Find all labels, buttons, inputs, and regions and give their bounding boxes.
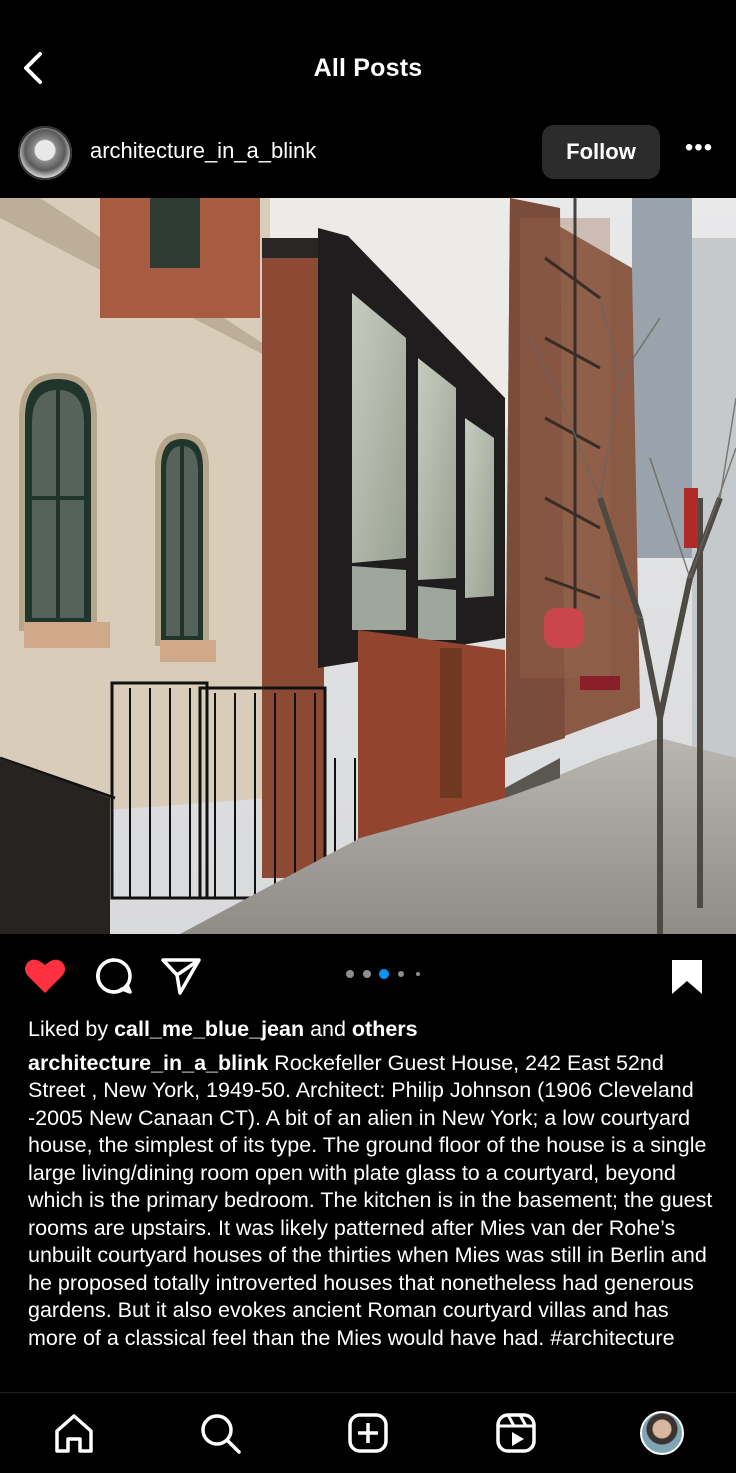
liked-others[interactable]: others <box>352 1017 418 1041</box>
search-icon[interactable] <box>198 1411 242 1455</box>
carousel-dots <box>340 968 430 980</box>
carousel-dot <box>363 970 371 978</box>
carousel-dot-active <box>379 969 389 979</box>
liked-prefix: Liked by <box>28 1017 115 1041</box>
liked-user[interactable]: call_me_blue_jean <box>114 1017 304 1041</box>
likes-summary[interactable]: Liked by call_me_blue_jean and others <box>28 1016 718 1044</box>
reels-icon[interactable] <box>494 1411 538 1455</box>
account-avatar[interactable] <box>18 126 72 180</box>
page-title: All Posts <box>313 54 423 82</box>
carousel-dot <box>398 971 404 977</box>
carousel-dot <box>346 970 354 978</box>
caption-username[interactable]: architecture_in_a_blink <box>28 1051 268 1075</box>
top-bar: All Posts <box>0 16 736 109</box>
follow-button[interactable]: Follow <box>542 125 660 179</box>
create-post-icon[interactable] <box>346 1411 390 1455</box>
share-send-icon[interactable] <box>160 956 202 996</box>
save-bookmark-icon[interactable] <box>670 958 704 996</box>
liked-mid: and <box>304 1017 352 1041</box>
status-bar <box>0 0 736 16</box>
caption-text: Rockefeller Guest House, 242 East 52nd S… <box>28 1050 713 1350</box>
home-icon[interactable] <box>52 1411 96 1455</box>
post-username[interactable]: architecture_in_a_blink <box>90 138 316 164</box>
post-action-bar <box>0 934 736 1018</box>
comment-icon[interactable] <box>94 956 134 996</box>
post-caption: Liked by call_me_blue_jean and others ar… <box>28 1016 718 1391</box>
carousel-dot <box>416 972 420 976</box>
caption-body: architecture_in_a_blink Rockefeller Gues… <box>28 1050 718 1353</box>
post-header: architecture_in_a_blink Follow ••• <box>0 108 736 198</box>
post-image[interactable] <box>0 198 736 934</box>
bottom-nav-bar <box>0 1392 736 1473</box>
profile-avatar[interactable] <box>640 1411 684 1455</box>
like-heart-icon[interactable] <box>24 956 66 996</box>
more-options-icon[interactable]: ••• <box>682 136 716 162</box>
